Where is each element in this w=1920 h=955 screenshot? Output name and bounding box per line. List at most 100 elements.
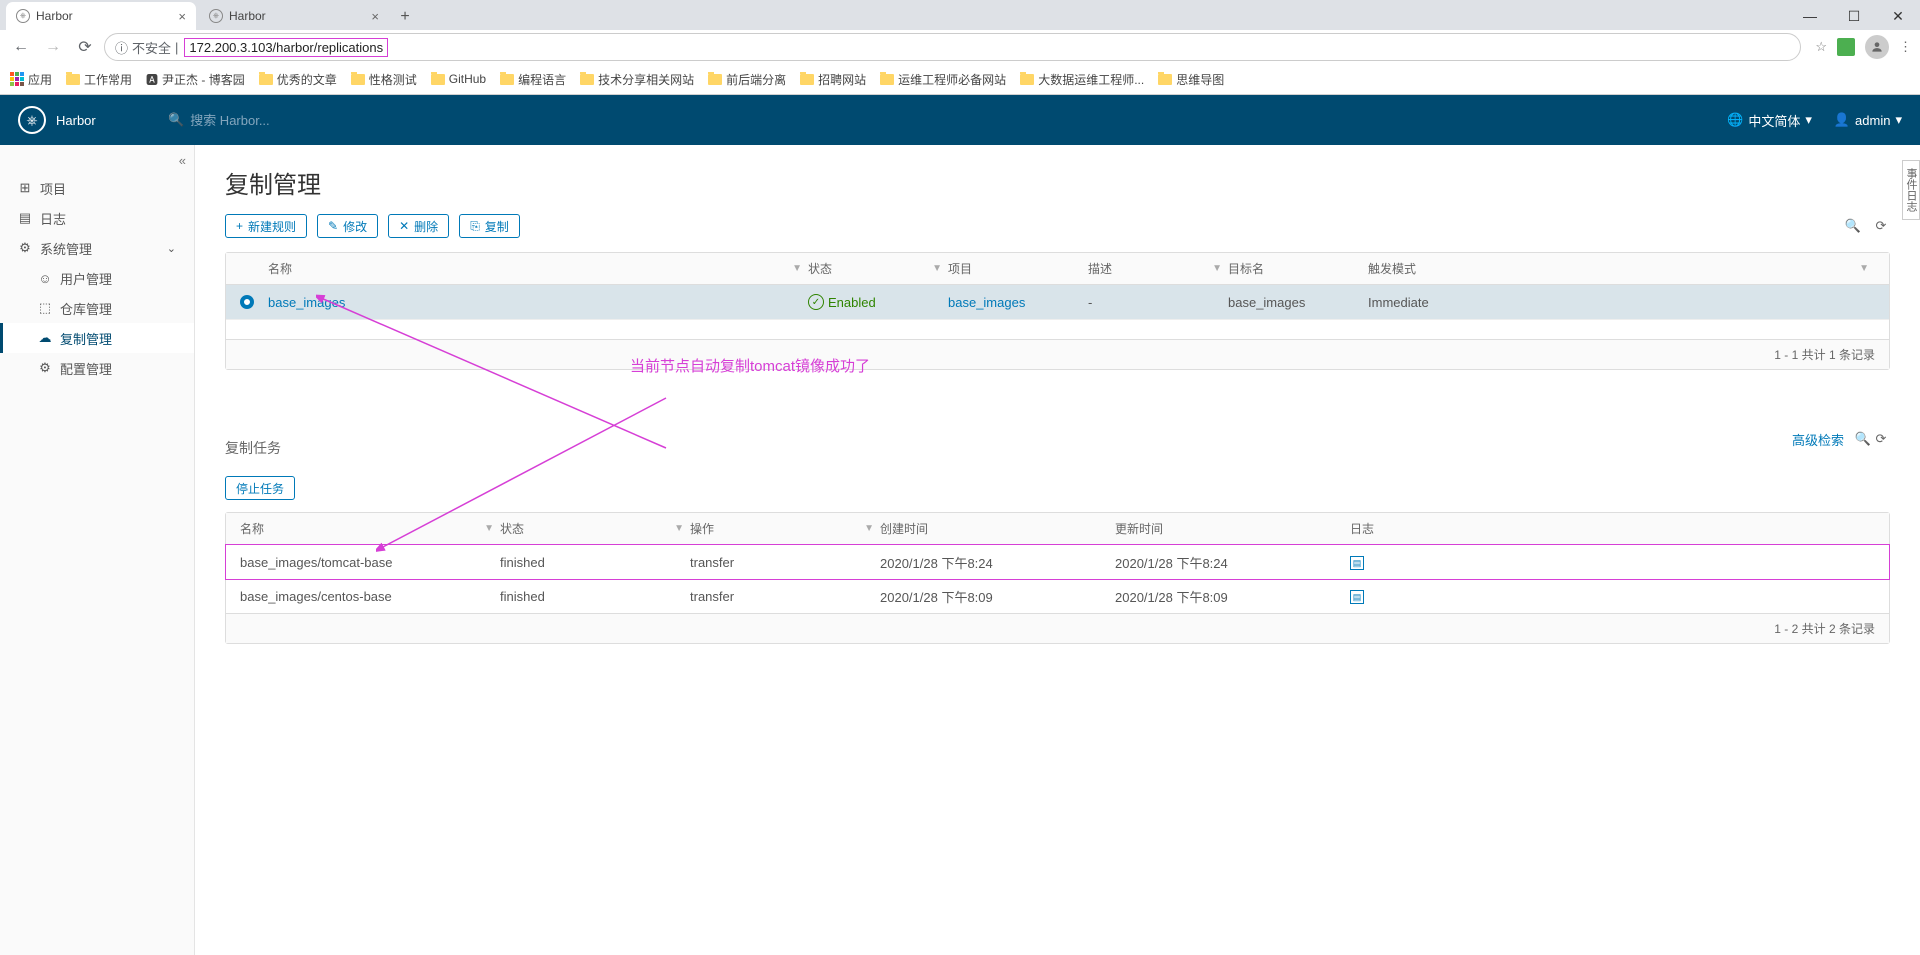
collapse-sidebar-icon[interactable]: «	[179, 153, 186, 168]
new-rule-button[interactable]: +新建规则	[225, 214, 307, 238]
sidebar-item-registries[interactable]: ⬚仓库管理	[0, 293, 194, 323]
bookmark-item[interactable]: GitHub	[431, 72, 486, 86]
user-menu[interactable]: 👤 admin ▾	[1834, 112, 1902, 128]
chevron-down-icon: ⌄	[167, 242, 176, 255]
profile-avatar[interactable]	[1865, 35, 1889, 59]
minimize-button[interactable]: ―	[1788, 2, 1832, 30]
language-selector[interactable]: 🌐 中文简体 ▾	[1727, 111, 1812, 130]
edit-rule-button[interactable]: ✎修改	[317, 214, 378, 238]
folder-icon	[1158, 74, 1172, 85]
sidebar-item-admin[interactable]: ⚙系统管理⌄	[0, 233, 194, 263]
sidebar-item-users[interactable]: ☺用户管理	[0, 263, 194, 293]
col-name: 名称	[240, 520, 264, 537]
folder-icon	[580, 74, 594, 85]
bookmark-item[interactable]: 前后端分离	[708, 71, 786, 88]
rule-trigger: Immediate	[1368, 295, 1875, 310]
replication-icon: ☁	[38, 330, 52, 346]
config-icon: ⚙	[38, 360, 52, 376]
filter-icon[interactable]: ▼	[932, 263, 948, 274]
sidebar-item-logs[interactable]: ▤日志	[0, 203, 194, 233]
search-icon[interactable]: 🔍	[1854, 430, 1872, 448]
status-badge: Enabled	[808, 294, 948, 310]
bookmark-item[interactable]: 编程语言	[500, 71, 566, 88]
replicate-button[interactable]: ⎘复制	[459, 214, 520, 238]
search-icon: 🔍	[168, 112, 184, 128]
folder-icon	[431, 74, 445, 85]
back-button[interactable]: ←	[8, 34, 34, 60]
close-tab-icon[interactable]: ×	[371, 9, 379, 24]
address-bar[interactable]: ⓘ 不安全 | 172.200.3.103/harbor/replication…	[104, 33, 1801, 61]
address-bar-row: ← → ⟳ ⓘ 不安全 | 172.200.3.103/harbor/repli…	[0, 30, 1920, 64]
job-row[interactable]: base_images/centos-base finished transfe…	[226, 579, 1889, 613]
maximize-button[interactable]: ☐	[1832, 2, 1876, 30]
sidebar-item-config[interactable]: ⚙配置管理	[0, 353, 194, 383]
bookmark-item[interactable]: 运维工程师必备网站	[880, 71, 1006, 88]
tab-title: Harbor	[229, 9, 266, 23]
event-log-tab[interactable]: 事件日志	[1902, 160, 1920, 220]
rules-header: 名称▼ 状态▼ 项目 描述▼ 目标名 触发模式▼	[226, 253, 1889, 285]
bookmark-item[interactable]: 🅰尹正杰 - 博客园	[146, 71, 245, 88]
harbor-logo[interactable]: ⎈ Harbor	[18, 106, 168, 134]
filter-icon[interactable]: ▼	[864, 523, 880, 534]
bookmark-item[interactable]: 工作常用	[66, 71, 132, 88]
log-icon[interactable]: ▤	[1350, 556, 1364, 570]
bookmark-item[interactable]: 优秀的文章	[259, 71, 337, 88]
refresh-icon[interactable]: ⟳	[1872, 217, 1890, 235]
job-name: base_images/tomcat-base	[240, 555, 500, 570]
copy-icon: ⎘	[470, 219, 480, 234]
brand-text: Harbor	[56, 113, 96, 128]
rule-desc: -	[1088, 295, 1228, 310]
folder-icon	[800, 74, 814, 85]
delete-rule-button[interactable]: ✕删除	[388, 214, 449, 238]
stop-jobs-button[interactable]: 停止任务	[225, 476, 295, 500]
bookmark-item[interactable]: 大数据运维工程师...	[1020, 71, 1144, 88]
filter-icon[interactable]: ▼	[484, 523, 500, 534]
browser-tab[interactable]: ⎈ Harbor ×	[199, 2, 389, 30]
bookmark-item[interactable]: 招聘网站	[800, 71, 866, 88]
advanced-search-link[interactable]: 高级检索	[1792, 430, 1844, 449]
bookmark-item[interactable]: 思维导图	[1158, 71, 1224, 88]
bookmark-item[interactable]: 性格测试	[351, 71, 417, 88]
global-search[interactable]: 🔍	[168, 112, 366, 128]
bookmark-item[interactable]: 技术分享相关网站	[580, 71, 694, 88]
folder-icon	[500, 74, 514, 85]
radio-selected[interactable]	[240, 295, 254, 309]
search-input[interactable]	[190, 113, 366, 128]
rule-row[interactable]: base_images Enabled base_images - base_i…	[226, 285, 1889, 319]
close-window-button[interactable]: ✕	[1876, 2, 1920, 30]
rule-project[interactable]: base_images	[948, 295, 1088, 310]
job-status: finished	[500, 555, 690, 570]
bookmark-apps[interactable]: 应用	[10, 71, 52, 88]
job-created: 2020/1/28 下午8:09	[880, 587, 1115, 606]
folder-icon	[351, 74, 365, 85]
rule-actions: +新建规则 ✎修改 ✕删除 ⎘复制 🔍 ⟳	[225, 214, 1890, 238]
job-row[interactable]: base_images/tomcat-base finished transfe…	[226, 545, 1889, 579]
sidebar-item-replication[interactable]: ☁复制管理	[0, 323, 194, 353]
menu-icon[interactable]: ⋮	[1899, 39, 1912, 55]
col-name: 名称	[268, 260, 292, 277]
projects-icon: ⊞	[18, 180, 32, 196]
filter-icon[interactable]: ▼	[1212, 263, 1228, 274]
filter-icon[interactable]: ▼	[1859, 263, 1875, 274]
filter-icon[interactable]: ▼	[792, 263, 808, 274]
refresh-icon[interactable]: ⟳	[1872, 430, 1890, 448]
rules-footer: 1 - 1 共计 1 条记录	[226, 339, 1889, 369]
tab-title: Harbor	[36, 9, 73, 23]
close-tab-icon[interactable]: ×	[178, 9, 186, 24]
job-updated: 2020/1/28 下午8:09	[1115, 587, 1350, 606]
filter-icon[interactable]: ▼	[674, 523, 690, 534]
new-tab-button[interactable]: +	[392, 4, 418, 30]
reload-button[interactable]: ⟳	[72, 34, 98, 60]
browser-tab[interactable]: ⎈ Harbor ×	[6, 2, 196, 30]
page-title: 复制管理	[225, 165, 1890, 200]
harbor-logo-icon: ⎈	[18, 106, 46, 134]
link-icon: 🅰	[146, 71, 158, 88]
search-icon[interactable]: 🔍	[1844, 217, 1862, 235]
rule-name[interactable]: base_images	[268, 295, 808, 310]
jobs-table: 名称▼ 状态▼ 操作▼ 创建时间 更新时间 日志 base_images/tom…	[225, 512, 1890, 644]
star-icon[interactable]: ☆	[1815, 39, 1827, 55]
forward-button[interactable]: →	[40, 34, 66, 60]
extension-icon[interactable]	[1837, 38, 1855, 56]
sidebar-item-projects[interactable]: ⊞项目	[0, 173, 194, 203]
log-icon[interactable]: ▤	[1350, 590, 1364, 604]
